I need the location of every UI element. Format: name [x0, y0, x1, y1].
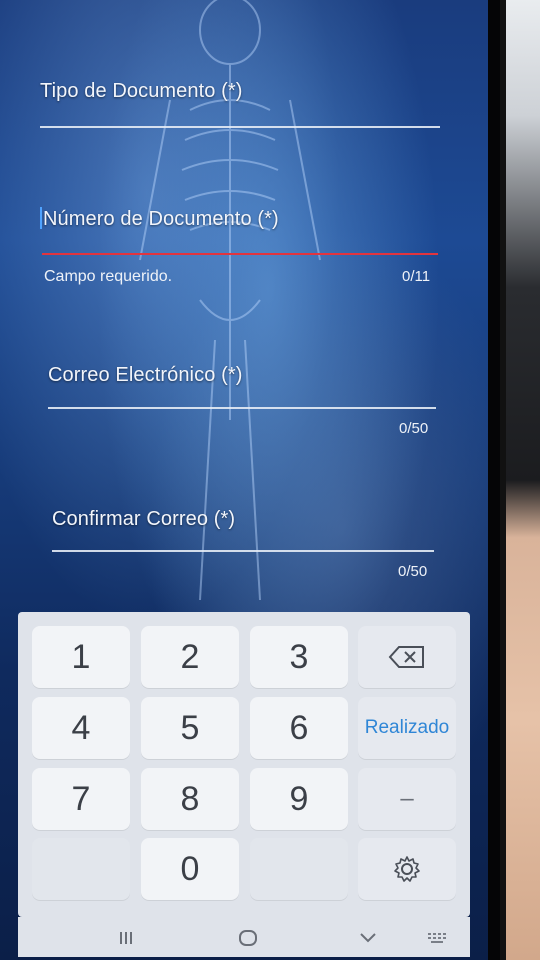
- key-2[interactable]: 2: [141, 626, 239, 688]
- email-label: Correo Electrónico (*): [48, 364, 243, 386]
- backspace-key[interactable]: [358, 626, 456, 688]
- document-number-counter: 0/11: [402, 268, 431, 285]
- recent-apps-icon: [120, 932, 132, 944]
- email-underline: [48, 407, 436, 409]
- system-navigation-bar: [18, 917, 470, 957]
- text-cursor: [40, 207, 42, 229]
- key-6[interactable]: 6: [250, 697, 348, 759]
- key-3[interactable]: 3: [250, 626, 348, 688]
- done-key[interactable]: Realizado: [358, 697, 456, 759]
- key-4[interactable]: 4: [32, 697, 130, 759]
- key-9[interactable]: 9: [250, 768, 348, 830]
- document-type-field[interactable]: Tipo de Documento (*): [40, 80, 440, 132]
- recent-apps-button[interactable]: [106, 925, 146, 951]
- done-key-label: Realizado: [364, 717, 450, 738]
- key-1[interactable]: 1: [32, 626, 130, 688]
- key-5[interactable]: 5: [141, 697, 239, 759]
- confirm-email-underline: [52, 550, 434, 552]
- phone-frame: Tipo de Documento (*) Número de Document…: [0, 0, 506, 960]
- chevron-down-icon: [360, 933, 376, 943]
- document-number-field[interactable]: Número de Documento (*): [40, 207, 438, 259]
- keyboard-switch-button[interactable]: [418, 925, 458, 951]
- confirm-email-field[interactable]: Confirmar Correo (*): [52, 508, 434, 558]
- document-type-label: Tipo de Documento (*): [40, 80, 243, 102]
- document-type-underline: [40, 126, 440, 128]
- document-number-label: Número de Documento (*): [43, 208, 279, 230]
- email-field[interactable]: Correo Electrónico (*): [48, 364, 436, 414]
- empty-key: [32, 838, 130, 900]
- home-button[interactable]: [228, 925, 268, 951]
- key-0[interactable]: 0: [141, 838, 239, 900]
- document-number-underline: [42, 253, 438, 255]
- backspace-icon: [388, 646, 424, 668]
- hide-keyboard-button[interactable]: [348, 925, 388, 951]
- keyboard-icon: [428, 933, 446, 943]
- numeric-keyboard: 1 2 3 4 5 6 Realizado 7 8 9 – 0: [18, 612, 470, 917]
- gear-icon: [394, 856, 420, 882]
- keyboard-settings-key[interactable]: [358, 838, 456, 900]
- empty-key-right: [250, 838, 348, 900]
- confirm-email-label: Confirmar Correo (*): [52, 508, 236, 530]
- confirm-email-counter: 0/50: [398, 563, 428, 580]
- dash-key[interactable]: –: [358, 768, 456, 830]
- required-error-text: Campo requerido.: [44, 268, 173, 285]
- key-8[interactable]: 8: [141, 768, 239, 830]
- email-counter: 0/50: [399, 420, 429, 437]
- key-7[interactable]: 7: [32, 768, 130, 830]
- home-icon: [239, 930, 257, 946]
